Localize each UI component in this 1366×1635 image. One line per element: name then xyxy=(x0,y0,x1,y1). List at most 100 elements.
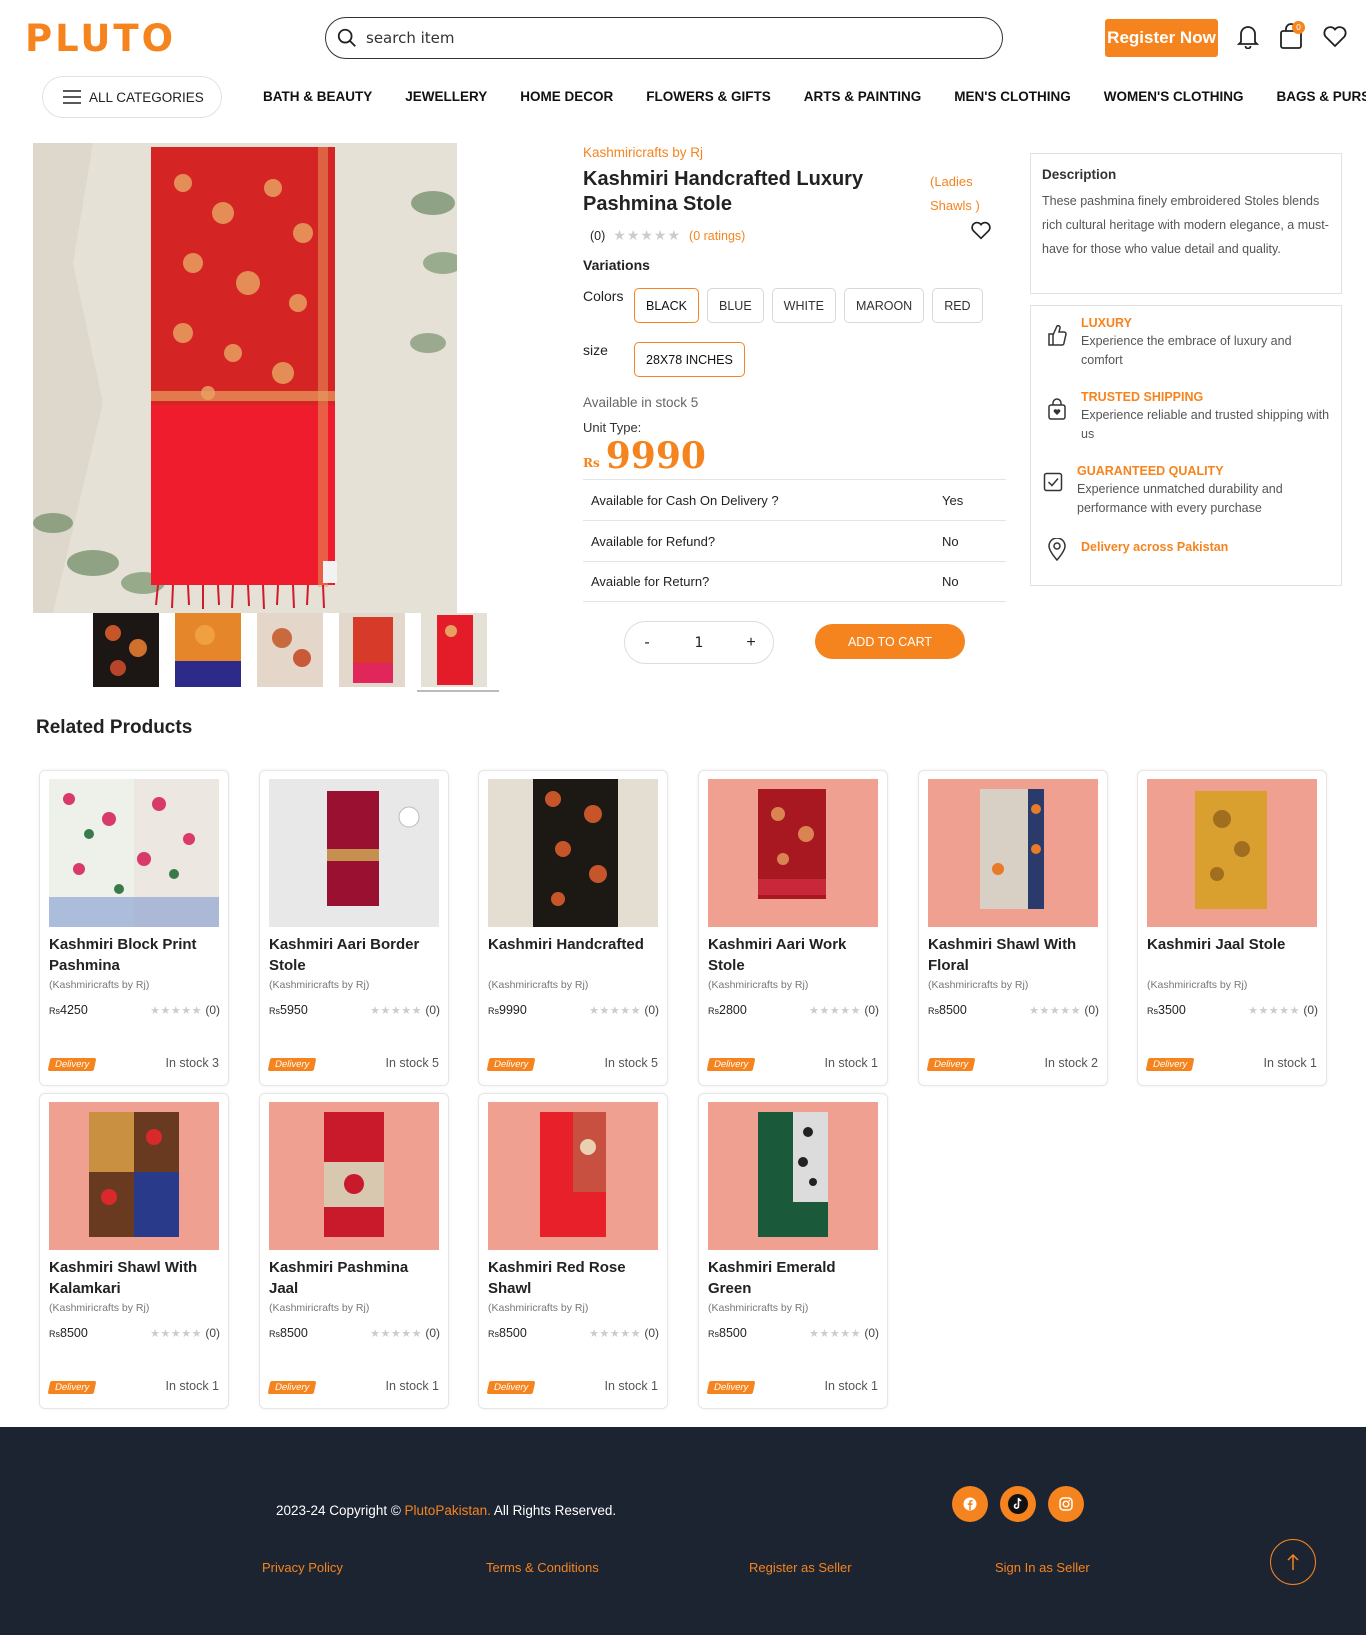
facebook-icon[interactable] xyxy=(952,1486,988,1522)
nav-item-mens-clothing[interactable]: MEN'S CLOTHING xyxy=(954,84,1070,110)
delivery-badge: Delivery xyxy=(706,1058,756,1071)
sign-in-seller-link[interactable]: Sign In as Seller xyxy=(995,1560,1090,1575)
quantity-value[interactable]: 1 xyxy=(695,635,704,651)
product-card[interactable]: Kashmiri Handcrafted (Kashmiricrafts by R… xyxy=(478,770,668,1086)
color-option-red[interactable]: RED xyxy=(932,288,983,323)
thumbnail-4[interactable] xyxy=(339,613,405,687)
product-card-image[interactable] xyxy=(928,779,1098,927)
register-seller-link[interactable]: Register as Seller xyxy=(749,1560,852,1575)
instagram-icon[interactable] xyxy=(1048,1486,1084,1522)
price-value: 8500 xyxy=(719,1326,747,1340)
quantity-decrease-button[interactable]: - xyxy=(637,634,657,652)
add-to-wishlist-heart-icon[interactable] xyxy=(970,220,992,244)
currency-label: Rs xyxy=(583,456,600,470)
thumbnail-2[interactable] xyxy=(175,613,241,687)
product-card[interactable]: Kashmiri Aari Border Stole (Kashmiricraft… xyxy=(259,770,449,1086)
product-card[interactable]: Kashmiri Pashmina Jaal (Kashmiricrafts by… xyxy=(259,1093,449,1409)
product-card-price: Rs3500 xyxy=(1147,1003,1186,1017)
thumbnail-1[interactable] xyxy=(93,613,159,687)
footer-brand-link[interactable]: PlutoPakistan. xyxy=(405,1503,491,1518)
product-card-name[interactable]: Kashmiri Jaal Stole xyxy=(1147,934,1317,955)
nav-item-flowers-gifts[interactable]: FLOWERS & GIFTS xyxy=(646,84,771,110)
register-now-button[interactable]: Register Now xyxy=(1105,19,1218,57)
tiktok-icon[interactable] xyxy=(1000,1486,1036,1522)
currency-label: Rs xyxy=(488,1006,499,1016)
quantity-increase-button[interactable]: + xyxy=(741,634,761,652)
size-option-28x78[interactable]: 28X78 INCHES xyxy=(634,342,745,377)
product-card[interactable]: Kashmiri Emerald Green (Kashmiricrafts by… xyxy=(698,1093,888,1409)
product-card-name[interactable]: Kashmiri Block Print Pashmina xyxy=(49,934,219,976)
nav-item-bath-beauty[interactable]: BATH & BEAUTY xyxy=(263,84,372,110)
product-card-name[interactable]: Kashmiri Shawl With Kalamkari xyxy=(49,1257,219,1299)
product-card-image[interactable] xyxy=(488,1102,658,1250)
search-input[interactable] xyxy=(366,29,926,47)
feature-title: LUXURY xyxy=(1081,316,1132,330)
cart-count-badge: 0 xyxy=(1292,21,1305,34)
add-to-cart-button[interactable]: ADD TO CART xyxy=(815,624,965,659)
product-main-image[interactable] xyxy=(33,143,457,613)
rating-count: (0) xyxy=(205,1003,220,1017)
currency-label: Rs xyxy=(49,1329,60,1339)
product-card[interactable]: Kashmiri Aari Work Stole (Kashmiricrafts … xyxy=(698,770,888,1086)
currency-label: Rs xyxy=(708,1006,719,1016)
product-card-name[interactable]: Kashmiri Aari Border Stole xyxy=(269,934,439,976)
currency-label: Rs xyxy=(1147,1006,1158,1016)
product-card-name[interactable]: Kashmiri Red Rose Shawl xyxy=(488,1257,658,1299)
rating-count: (0) xyxy=(590,228,606,243)
product-card-name[interactable]: Kashmiri Aari Work Stole xyxy=(708,934,878,976)
all-categories-button[interactable]: ALL CATEGORIES xyxy=(42,76,222,118)
product-card[interactable]: Kashmiri Shawl With Floral (Kashmiricraft… xyxy=(918,770,1108,1086)
product-card-name[interactable]: Kashmiri Emerald Green xyxy=(708,1257,878,1299)
product-card-image[interactable] xyxy=(49,1102,219,1250)
color-option-maroon[interactable]: MAROON xyxy=(843,288,925,323)
product-card-name[interactable]: Kashmiri Shawl With Floral xyxy=(928,934,1098,976)
product-card[interactable]: Kashmiri Jaal Stole (Kashmiricrafts by Rj… xyxy=(1137,770,1327,1086)
wishlist-heart-icon[interactable] xyxy=(1320,21,1350,51)
product-card-image[interactable] xyxy=(1147,779,1317,927)
product-card-image[interactable] xyxy=(708,1102,878,1250)
thumbnail-5[interactable] xyxy=(421,613,487,687)
thumbnail-3[interactable] xyxy=(257,613,323,687)
store-name[interactable]: Kashmiricrafts by Rj xyxy=(583,145,703,160)
delivery-badge: Delivery xyxy=(47,1381,97,1394)
product-card-name[interactable]: Kashmiri Handcrafted xyxy=(488,934,658,955)
product-card-name[interactable]: Kashmiri Pashmina Jaal xyxy=(269,1257,439,1299)
color-option-black[interactable]: BLACK xyxy=(634,288,699,323)
product-card-image[interactable] xyxy=(269,1102,439,1250)
product-category[interactable]: (Ladies Shawls ) xyxy=(930,170,1000,218)
product-card-stock: In stock 5 xyxy=(604,1056,659,1070)
product-card[interactable]: Kashmiri Red Rose Shawl (Kashmiricrafts b… xyxy=(478,1093,668,1409)
color-option-white[interactable]: WHITE xyxy=(771,288,836,323)
product-card-image[interactable] xyxy=(488,779,658,927)
product-card-stock: In stock 3 xyxy=(165,1056,220,1070)
nav-item-womens-clothing[interactable]: WOMEN'S CLOTHING xyxy=(1104,84,1244,110)
product-price: Rs 9990 xyxy=(583,434,706,478)
product-card-image[interactable] xyxy=(708,779,878,927)
search-bar[interactable] xyxy=(325,17,1003,59)
product-card-store: (Kashmiricrafts by Rj) xyxy=(269,1302,370,1314)
rating-count: (0) xyxy=(864,1326,879,1340)
category-nav: BATH & BEAUTY JEWELLERY HOME DECOR FLOWE… xyxy=(263,84,1366,110)
product-card-image[interactable] xyxy=(269,779,439,927)
nav-item-jewellery[interactable]: JEWELLERY xyxy=(405,84,487,110)
terms-conditions-link[interactable]: Terms & Conditions xyxy=(486,1560,599,1575)
color-option-blue[interactable]: BLUE xyxy=(707,288,764,323)
privacy-policy-link[interactable]: Privacy Policy xyxy=(262,1560,343,1575)
info-row-refund: Available for Refund? No xyxy=(583,520,1006,561)
notification-bell-icon[interactable] xyxy=(1233,21,1263,51)
cart-icon[interactable]: 0 xyxy=(1276,21,1306,51)
nav-item-bags-purses[interactable]: BAGS & PURSES xyxy=(1276,84,1366,110)
nav-item-arts-painting[interactable]: ARTS & PAINTING xyxy=(804,84,922,110)
rating-count: (0) xyxy=(425,1326,440,1340)
rating-count: (0) xyxy=(425,1003,440,1017)
site-logo[interactable]: PLUTO xyxy=(25,20,176,57)
product-card[interactable]: Kashmiri Block Print Pashmina (Kashmiricr… xyxy=(39,770,229,1086)
info-label: Available for Refund? xyxy=(591,533,716,549)
product-card-image[interactable] xyxy=(49,779,219,927)
scroll-to-top-button[interactable] xyxy=(1270,1539,1316,1585)
ratings-link[interactable]: (0 ratings) xyxy=(689,229,745,243)
price-value: 3500 xyxy=(1158,1003,1186,1017)
nav-item-home-decor[interactable]: HOME DECOR xyxy=(520,84,613,110)
product-card-rating: ★★★★★ (0) xyxy=(809,1326,879,1340)
product-card[interactable]: Kashmiri Shawl With Kalamkari (Kashmiricr… xyxy=(39,1093,229,1409)
